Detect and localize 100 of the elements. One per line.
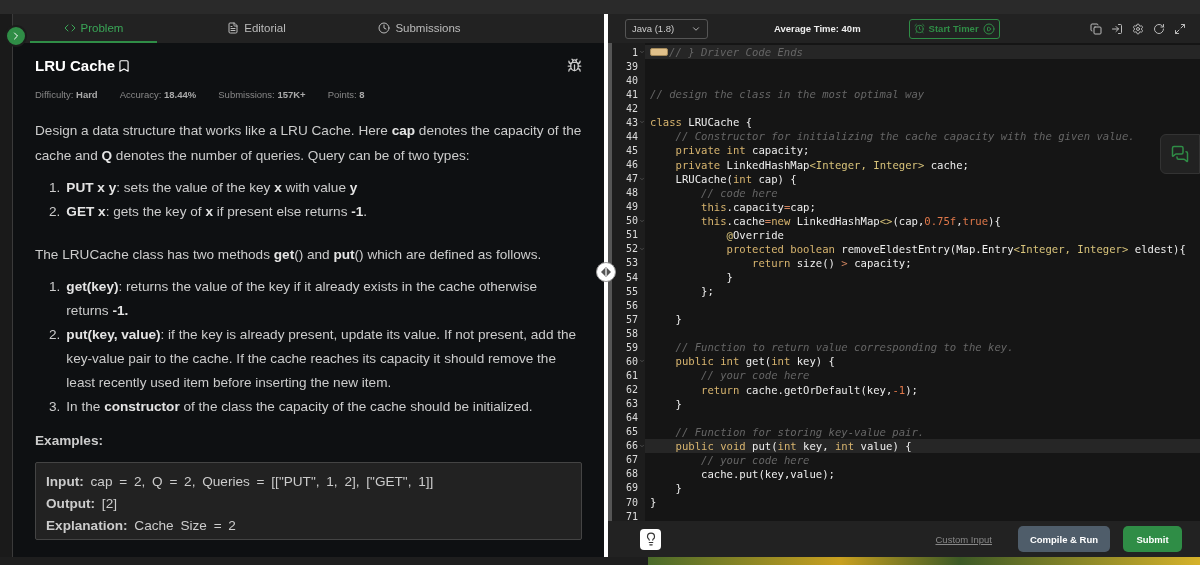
line-number: 66 [612, 438, 645, 453]
line-number: 44 [624, 129, 639, 144]
list-number: 1. [49, 278, 61, 296]
line-number: 67 [624, 453, 639, 467]
code-line: } [674, 397, 682, 410]
line-number: 51 [624, 228, 639, 242]
meta-text: Accuracy: 18.44% [119, 89, 197, 100]
chat-icon [1171, 145, 1189, 163]
problem-title: LRU Cache [35, 57, 116, 74]
line-number: 48 [624, 186, 639, 200]
code-line: public int get(int key) { [674, 355, 835, 368]
code-line: }; [700, 285, 714, 298]
example-line: Explanation: Cache Size = 2 [46, 517, 237, 535]
average-time: Average Time: 40m [774, 23, 861, 34]
code-line: return size() > capacity; [751, 256, 912, 269]
line-number: 45 [624, 143, 639, 158]
code-line: // code here [700, 186, 778, 199]
line-number: 65 [624, 425, 639, 439]
line-number: 40 [624, 73, 639, 88]
line-number: 64 [624, 411, 639, 425]
code-line: } [725, 271, 733, 284]
meta-text: Difficulty: Hard [35, 89, 98, 100]
list-number: 3. [49, 398, 61, 416]
code-line: // Constructor for initializing the cache capacity with the given value. [674, 130, 1135, 143]
line-number: 59 [624, 340, 639, 355]
language-dropdown[interactable]: Java (1.8) [625, 18, 708, 39]
tab[interactable]: Problem [30, 14, 157, 43]
tab[interactable]: Submissions [356, 14, 483, 43]
fold-widget-icon[interactable] [650, 48, 668, 57]
line-number: 49 [624, 200, 639, 214]
code-line: // your code here [700, 369, 810, 382]
code-line: // design the class in the most optimal way [650, 88, 925, 101]
custom-input-link[interactable]: Custom Input [935, 533, 992, 545]
line-number: 56 [624, 298, 639, 313]
line-number: 57 [624, 312, 639, 327]
tab[interactable]: Editorial [193, 14, 320, 43]
list-number: 2. [49, 326, 61, 344]
line-number: 55 [624, 284, 639, 299]
compile-run-button[interactable]: Compile & Run [1018, 526, 1110, 552]
code-line: public void put(int key, int value) { [674, 439, 912, 452]
line-number: 43 [612, 115, 645, 130]
code-line: class LRUCache { [650, 116, 753, 129]
list-text: get(key): returns the value of the key if it already exists in the cache otherwise returns -1. [66, 278, 539, 320]
code-line: // Function for storing key-value pair. [674, 425, 925, 438]
line-number: 68 [624, 467, 639, 481]
chat-button[interactable] [1160, 134, 1200, 174]
line-number: 61 [624, 368, 639, 383]
code-line: } [674, 313, 682, 326]
list-text: GET x: gets the key of x if present else returns -1. [66, 203, 368, 221]
line-number: 39 [624, 59, 639, 74]
code-line: } [650, 496, 657, 509]
start-timer-button[interactable]: Start Timer [908, 18, 1000, 39]
line-number: 52 [612, 241, 645, 256]
line-number: 71 [624, 509, 639, 521]
code-line: } [674, 481, 682, 494]
code-line: private LinkedHashMap<Integer, Integer> cache; [674, 158, 969, 171]
description-text: The LRUCache class has two methods get() and put() which are defined as follows. [35, 246, 543, 264]
line-number: 54 [624, 270, 639, 285]
line-number: 47 [612, 171, 645, 186]
code-line: protected boolean removeEldestEntry(Map.Entry<Integer, Integer> eldest){ [725, 242, 1186, 255]
code-line: return cache.getOrDefault(key,-1); [700, 383, 918, 396]
code-line: private int capacity; [674, 144, 810, 157]
submit-button[interactable]: Submit [1123, 526, 1182, 552]
description-text: Design a data structure that works like a LRU Cache. Here cap denotes the capacity of the cache and Q denotes the number of queries. Query can be of two types: [35, 122, 582, 165]
settings-icon[interactable] [1132, 22, 1144, 35]
line-number: 63 [624, 397, 639, 411]
play-icon [982, 22, 995, 35]
line-number: 62 [624, 383, 639, 397]
code-line: cache.put(key,value); [700, 467, 835, 480]
split-arrows-icon [600, 267, 612, 277]
example-line: Output: [2] [46, 495, 118, 513]
line-number: 70 [624, 495, 639, 510]
import-icon[interactable] [1111, 22, 1123, 35]
clock-icon [378, 21, 391, 34]
code-line: // your code here [700, 453, 810, 466]
line-number: 41 [624, 87, 639, 102]
line-number: 58 [624, 326, 639, 341]
alarm-clock-icon [913, 23, 925, 34]
section-heading: Examples: [35, 433, 104, 448]
meta-text: Points: 8 [327, 89, 365, 100]
line-number: 50 [612, 213, 645, 228]
copy-icon[interactable] [1090, 22, 1102, 35]
list-text: put(key, value): if the key is already present, update its value. If not present, add the key-value pair to the cache. If the cache reaches its capacity it should remove the least recently used item before inserting the new item. [66, 326, 578, 392]
line-number: 53 [624, 256, 639, 270]
line-number: 46 [624, 158, 639, 172]
bookmark-icon[interactable] [117, 58, 132, 73]
document-icon [227, 21, 240, 34]
code-line: LRUCache(int cap) { [674, 172, 797, 185]
bug-icon[interactable] [567, 58, 582, 73]
fullscreen-icon[interactable] [1174, 22, 1186, 35]
code-line: this.capacity=cap; [700, 200, 816, 213]
line-number: 42 [624, 101, 639, 116]
reset-icon[interactable] [1153, 22, 1165, 35]
code-line: // } Driver Code Ends [669, 46, 803, 59]
line-number: 60 [612, 354, 645, 369]
meta-text: Submissions: 157K+ [218, 89, 306, 100]
hint-button[interactable] [640, 528, 661, 550]
code-line: this.cache=new LinkedHashMap<>(cap,0.75f,true){ [700, 214, 1001, 227]
list-number: 2. [49, 203, 61, 221]
line-number: 1 [612, 45, 645, 60]
